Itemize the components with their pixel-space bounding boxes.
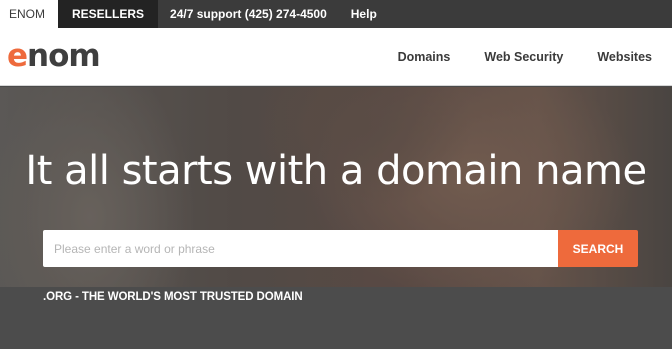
topbar-link-help[interactable]: Help bbox=[339, 0, 389, 28]
org-promo-text: .ORG - THE WORLD'S MOST TRUSTED DOMAIN bbox=[43, 291, 303, 303]
top-utility-bar: ENOM RESELLERS 24/7 support (425) 274-45… bbox=[0, 0, 672, 28]
nav-domains[interactable]: Domains bbox=[398, 50, 451, 64]
site-header: e nom Domains Web Security Websites bbox=[0, 28, 672, 86]
nav-web-security[interactable]: Web Security bbox=[484, 50, 563, 64]
topbar-link-support-phone[interactable]: 24/7 support (425) 274-4500 bbox=[158, 0, 339, 28]
nav-websites[interactable]: Websites bbox=[597, 50, 652, 64]
hero-banner: It all starts with a domain name SEARCH bbox=[0, 87, 672, 287]
topbar-link-enom[interactable]: ENOM bbox=[0, 0, 58, 28]
enom-logo[interactable]: e nom bbox=[7, 38, 101, 74]
search-button[interactable]: SEARCH bbox=[558, 230, 638, 267]
topbar-link-resellers[interactable]: RESELLERS bbox=[58, 0, 159, 28]
logo-rest: nom bbox=[27, 38, 101, 74]
promo-band: .ORG - THE WORLD'S MOST TRUSTED DOMAIN bbox=[0, 287, 672, 349]
main-nav: Domains Web Security Websites bbox=[398, 28, 652, 85]
domain-search-input[interactable] bbox=[43, 230, 558, 267]
logo-initial: e bbox=[7, 38, 28, 74]
hero-title: It all starts with a domain name bbox=[25, 148, 647, 194]
